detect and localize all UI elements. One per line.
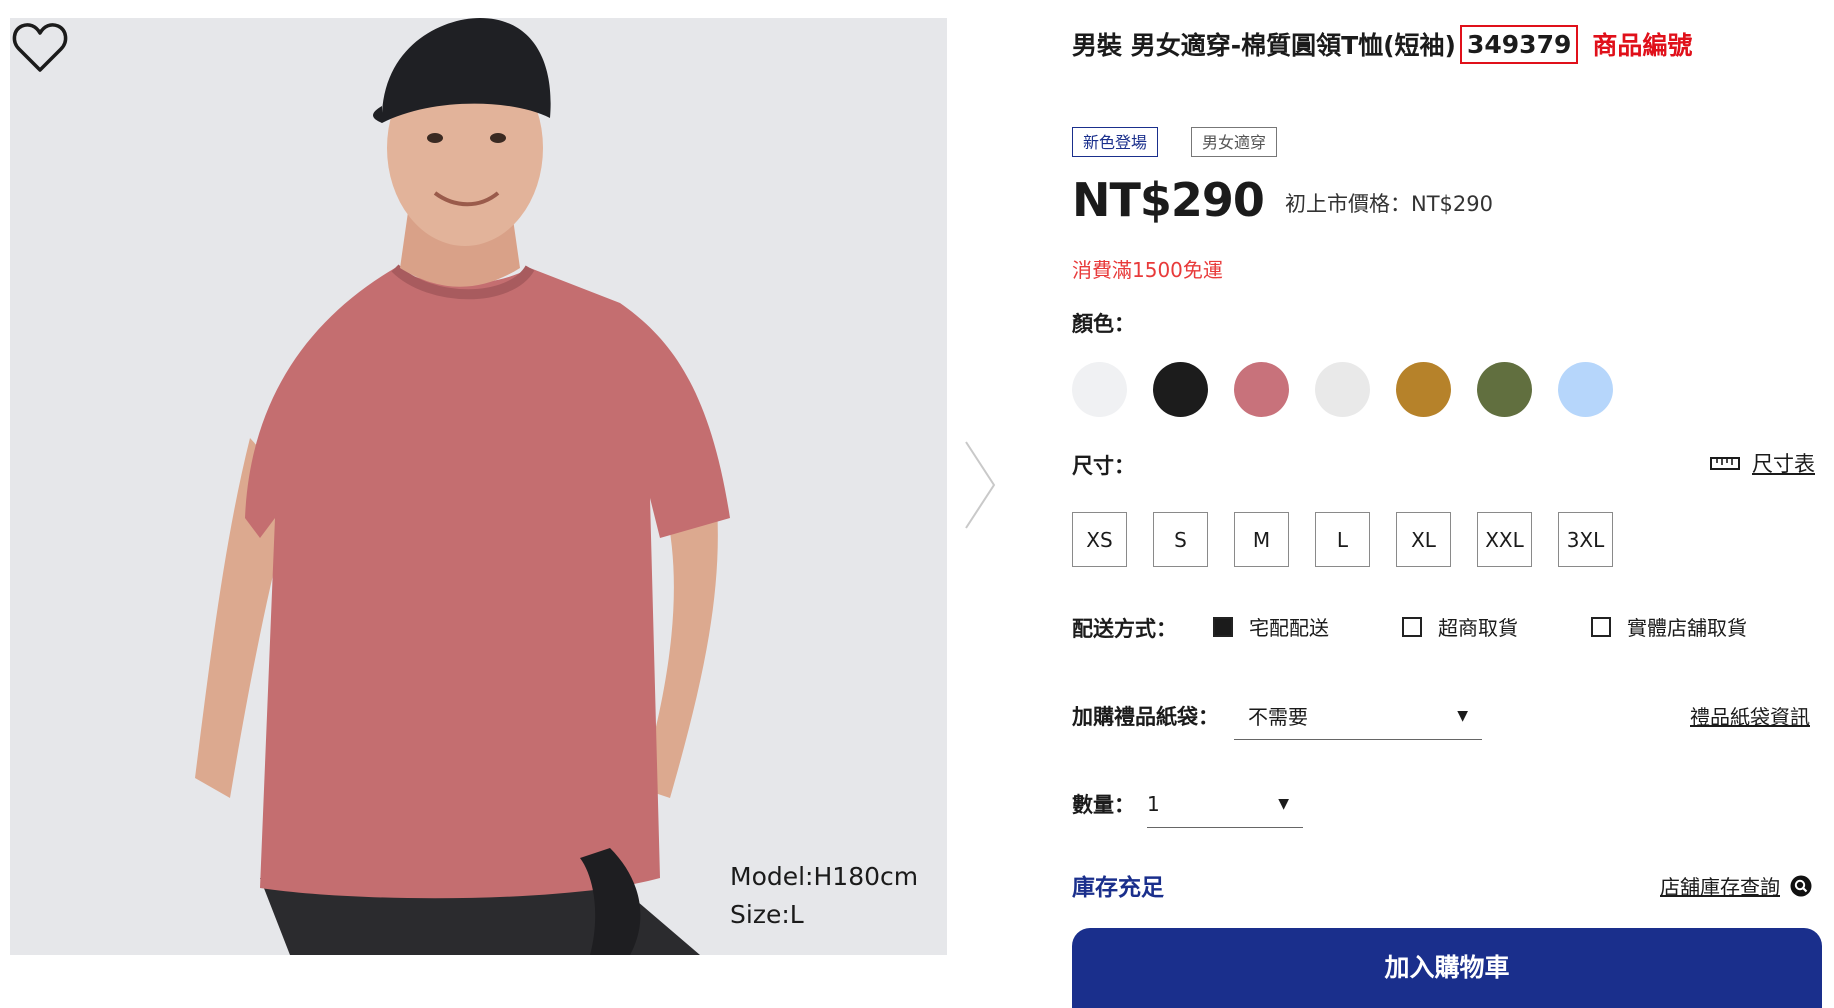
model-info: Model:H180cm Size:L [730, 858, 918, 934]
model-height: Model:H180cm [730, 862, 919, 891]
gift-bag-select[interactable]: 不需要 ▼ [1234, 692, 1482, 740]
product-title: 男裝 男女適穿-棉質圓領T恤(短袖) [1072, 31, 1456, 60]
quantity-selected: 1 [1147, 791, 1160, 816]
color-swatch-1[interactable] [1072, 362, 1127, 417]
size-option-m[interactable]: M [1234, 512, 1289, 567]
size-label: 尺寸： [1072, 454, 1135, 478]
size-option-xxl[interactable]: XXL [1477, 512, 1532, 567]
product-image: Model:H180cm Size:L [10, 18, 947, 955]
caret-down-icon: ▼ [1457, 707, 1468, 724]
tag-unisex: 男女適穿 [1191, 127, 1278, 157]
size-option-l[interactable]: L [1315, 512, 1370, 567]
sku-label: 商品編號 [1592, 31, 1693, 60]
checkbox-unchecked[interactable] [1591, 616, 1611, 637]
delivery-option-label: 宅配配送 [1249, 616, 1329, 640]
product-title-row: 男裝 男女適穿-棉質圓領T恤(短袖) 349379 商品編號 [1072, 22, 1692, 66]
checkbox-unchecked[interactable] [1402, 616, 1422, 637]
color-label: 顏色： [1072, 312, 1135, 336]
size-option-s[interactable]: S [1153, 512, 1208, 567]
size-chart-label: 尺寸表 [1752, 452, 1815, 476]
size-chart-link[interactable]: 尺寸表 [1710, 448, 1815, 478]
quantity-label: 數量： [1072, 793, 1135, 817]
delivery-option-home[interactable]: 宅配配送 [1213, 612, 1329, 641]
model-size: Size:L [730, 900, 804, 929]
gift-bag-info-link[interactable]: 禮品紙袋資訊 [1690, 701, 1810, 730]
size-option-xl[interactable]: XL [1396, 512, 1451, 567]
delivery-option-store-pickup[interactable]: 實體店舖取貨 [1591, 612, 1747, 641]
product-sku: 349379 [1460, 24, 1579, 64]
color-swatch-3[interactable] [1234, 362, 1289, 417]
color-swatch-6[interactable] [1477, 362, 1532, 417]
tag-new-color: 新色登場 [1072, 127, 1159, 157]
chevron-right-icon[interactable] [962, 440, 998, 530]
model-photo [195, 18, 730, 955]
delivery-option-label: 實體店舖取貨 [1627, 616, 1747, 640]
original-price: 初上市價格：NT$290 [1285, 192, 1493, 216]
add-to-cart-button[interactable]: 加入購物車 [1072, 928, 1822, 1008]
stock-status: 庫存充足 [1072, 875, 1164, 901]
size-option-3xl[interactable]: 3XL [1558, 512, 1613, 567]
size-option-xs[interactable]: XS [1072, 512, 1127, 567]
free-shipping-note: 消費滿1500免運 [1072, 258, 1223, 282]
ruler-icon [1710, 457, 1740, 470]
gift-bag-label: 加購禮品紙袋： [1072, 705, 1219, 729]
delivery-label: 配送方式： [1072, 617, 1177, 641]
store-stock-label: 店舖庫存查詢 [1660, 875, 1780, 899]
price: NT$290 [1072, 173, 1265, 227]
heart-outline-icon[interactable] [10, 18, 70, 78]
caret-down-icon: ▼ [1278, 795, 1289, 812]
color-swatch-4[interactable] [1315, 362, 1370, 417]
color-swatch-7[interactable] [1558, 362, 1613, 417]
delivery-option-label: 超商取貨 [1438, 616, 1518, 640]
color-swatch-2[interactable] [1153, 362, 1208, 417]
delivery-option-convenience-store[interactable]: 超商取貨 [1402, 612, 1518, 641]
store-stock-link[interactable]: 店舖庫存查詢 [1660, 871, 1812, 900]
search-icon [1790, 875, 1812, 896]
color-swatch-5[interactable] [1396, 362, 1451, 417]
gift-bag-selected: 不需要 [1248, 705, 1308, 729]
checkbox-checked[interactable] [1213, 616, 1233, 637]
quantity-select[interactable]: 1 ▼ [1147, 780, 1303, 828]
